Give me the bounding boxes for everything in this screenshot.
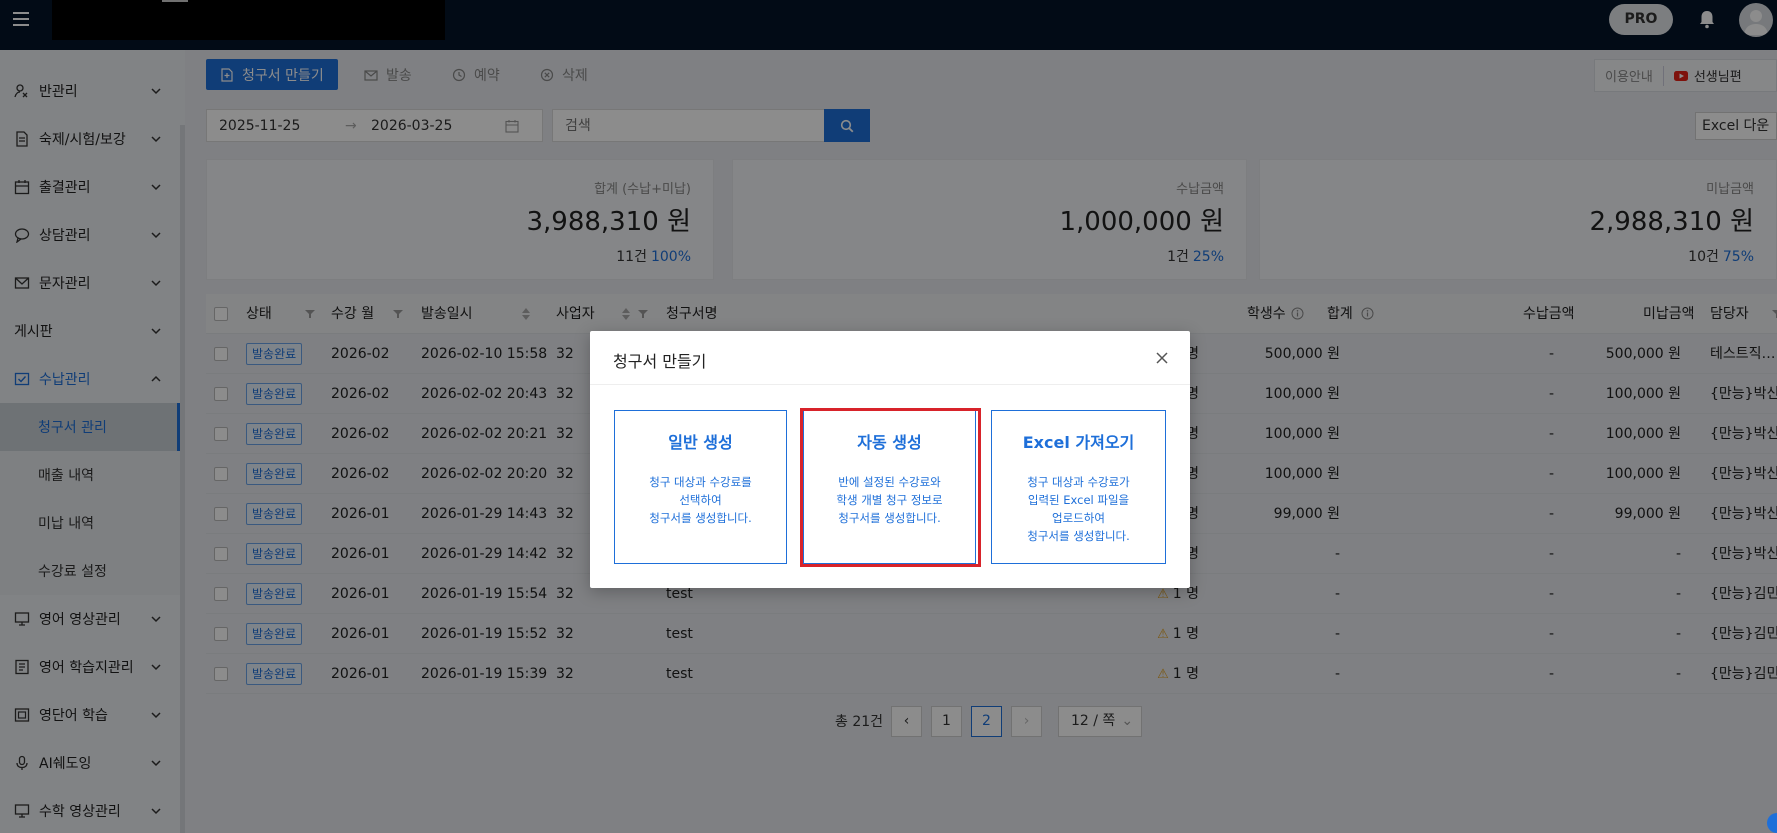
desc-line: 선택하여: [679, 493, 722, 507]
desc-line: 학생 개별 청구 정보로: [836, 493, 943, 507]
create-invoice-modal: 청구서 만들기 일반 생성 청구 대상과 수강료를 선택하여 청구서를 생성합니…: [590, 331, 1190, 588]
desc-line: 업로드하여: [1052, 511, 1105, 525]
option-manual-create[interactable]: 일반 생성 청구 대상과 수강료를 선택하여 청구서를 생성합니다.: [614, 410, 787, 564]
option-excel-import[interactable]: Excel 가져오기 청구 대상과 수강료가 입력된 Excel 파일을 업로드…: [991, 410, 1166, 564]
modal-title: 청구서 만들기: [613, 352, 707, 371]
desc-line: 입력된 Excel 파일을: [1027, 493, 1130, 507]
desc-line: 청구 대상과 수강료가: [1027, 475, 1130, 489]
option-title: Excel 가져오기: [1022, 433, 1135, 452]
option-auto-create[interactable]: 자동 생성 반에 설정된 수강료와 학생 개별 청구 정보로 청구서를 생성합니…: [803, 410, 976, 564]
option-description: 반에 설정된 수강료와 학생 개별 청구 정보로 청구서를 생성합니다.: [804, 473, 975, 527]
option-description: 청구 대상과 수강료가 입력된 Excel 파일을 업로드하여 청구서를 생성합…: [992, 473, 1165, 545]
close-icon[interactable]: [1152, 348, 1172, 368]
desc-line: 반에 설정된 수강료와: [838, 475, 941, 489]
option-description: 청구 대상과 수강료를 선택하여 청구서를 생성합니다.: [615, 473, 786, 527]
desc-line: 청구서를 생성합니다.: [1027, 529, 1130, 543]
modal-header: 청구서 만들기: [590, 331, 1190, 385]
option-title: 일반 생성: [668, 433, 733, 452]
desc-line: 청구서를 생성합니다.: [649, 511, 752, 525]
desc-line: 청구 대상과 수강료를: [649, 475, 752, 489]
desc-line: 청구서를 생성합니다.: [838, 511, 941, 525]
option-title: 자동 생성: [857, 433, 922, 452]
